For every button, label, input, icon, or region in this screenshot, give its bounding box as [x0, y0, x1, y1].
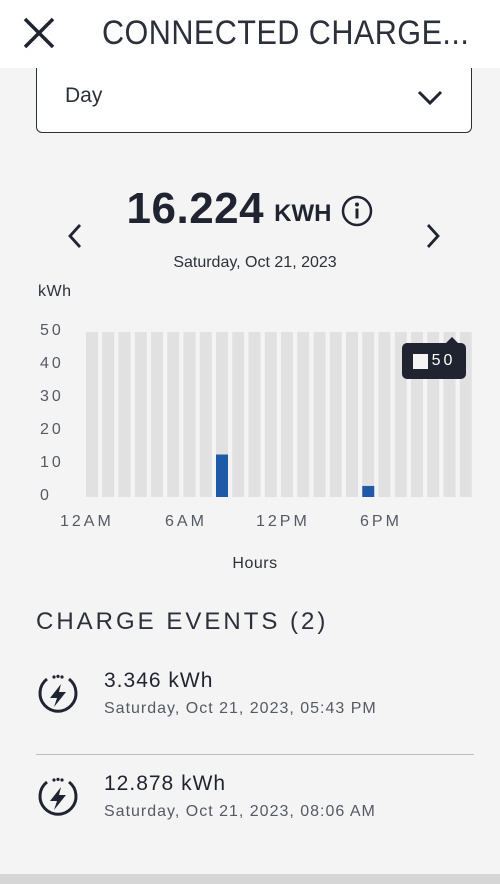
hour-slot-background [264, 332, 277, 497]
hour-slot-background [102, 332, 115, 497]
header-bar: CONNECTED CHARGE... [0, 0, 500, 68]
charge-event-energy: 3.346 kWh [104, 669, 214, 692]
hour-slot-background [362, 332, 375, 497]
hour-slot-background [183, 332, 196, 497]
hour-slot-background [248, 332, 261, 497]
page-title: CONNECTED CHARGE... [102, 14, 470, 52]
chart-tooltip[interactable]: 50 [402, 337, 466, 379]
hour-slot-background [329, 332, 342, 497]
charge-events-title: CHARGE EVENTS (2) [36, 608, 329, 635]
hour-slot-background [378, 332, 391, 497]
energy-bar[interactable] [362, 485, 375, 497]
event-divider [36, 754, 474, 755]
x-tick-label: 6AM [165, 513, 207, 530]
hour-slot-background [118, 332, 131, 497]
charge-event-item[interactable]: 12.878 kWh Saturday, Oct 21, 2023, 08:06… [36, 758, 474, 846]
x-tick-label: 12PM [256, 513, 310, 530]
charge-event-item[interactable]: 3.346 kWh Saturday, Oct 21, 2023, 05:43 … [36, 655, 474, 743]
hour-slot-background [199, 332, 212, 497]
charging-bolt-icon [38, 674, 78, 713]
tooltip-value: 50 [431, 352, 456, 369]
hour-slot-background [297, 332, 310, 497]
x-axis-label: Hours [232, 555, 278, 572]
close-button[interactable] [18, 12, 60, 54]
hour-slot-background [281, 332, 293, 497]
charging-bolt-icon [38, 777, 78, 816]
bottom-edge [0, 874, 500, 884]
energy-bar[interactable] [216, 454, 228, 497]
tooltip-pointer [446, 337, 458, 343]
tooltip-swatch [412, 353, 428, 369]
charge-event-datetime: Saturday, Oct 21, 2023, 08:06 AM [104, 803, 376, 820]
hourly-energy-bar-chart [86, 332, 472, 497]
hour-slot-background [167, 332, 180, 497]
hour-slot-background [151, 332, 163, 497]
hour-slot-background [313, 332, 326, 497]
hour-slot-background [134, 332, 147, 497]
hour-slot-background [346, 332, 358, 497]
charge-event-energy: 12.878 kWh [104, 772, 227, 795]
charge-event-datetime: Saturday, Oct 21, 2023, 05:43 PM [104, 700, 377, 717]
hour-slot-background [232, 332, 245, 497]
close-icon [23, 17, 55, 49]
x-tick-label: 12AM [60, 513, 114, 530]
hour-slot-background [86, 332, 98, 497]
x-tick-label: 6PM [360, 513, 402, 530]
